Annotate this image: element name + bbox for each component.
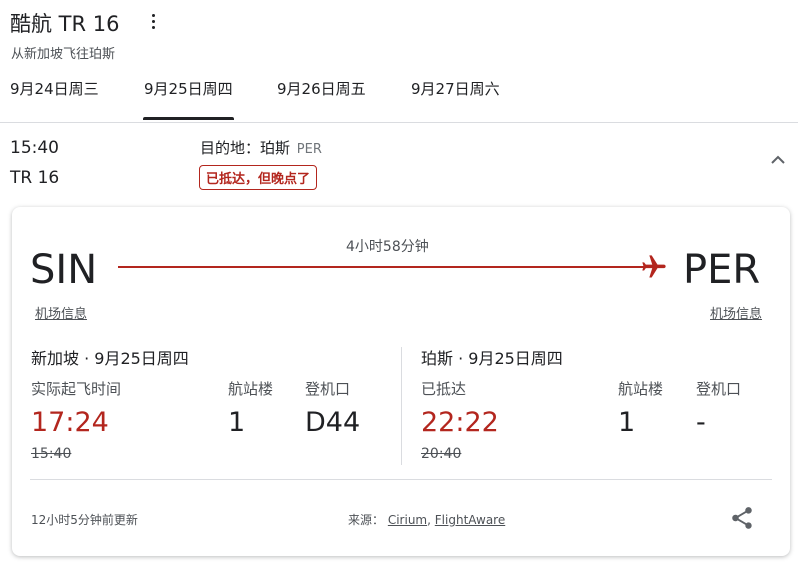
scheduled-departure-time: 15:40: [31, 446, 72, 462]
arrival-gate: -: [696, 407, 706, 438]
page-title: 酷航 TR 16: [10, 12, 120, 36]
arrival-title: 珀斯 · 9月25日周四: [421, 349, 563, 368]
route-subtitle: 从新加坡飞往珀斯: [11, 47, 116, 62]
footer-divider: [30, 479, 772, 480]
destination-label: 目的地：珀斯: [200, 139, 291, 157]
status-badge: 已抵达，但晚点了: [199, 165, 318, 190]
flight-number: TR 16: [10, 168, 60, 188]
more-options-icon[interactable]: [146, 14, 160, 34]
departure-time: 15:40: [10, 138, 59, 158]
tab-sep-24[interactable]: 9月24日周三: [10, 78, 99, 112]
arrival-time-label: 已抵达: [421, 380, 467, 398]
airplane-icon: [640, 253, 668, 281]
source-separator: ,: [427, 513, 431, 527]
origin-code: SIN: [30, 247, 98, 293]
origin-airport-info-link[interactable]: 机场信息: [35, 303, 87, 322]
arrival-terminal-label: 航站楼: [618, 380, 664, 398]
departure-terminal-label: 航站楼: [228, 380, 274, 398]
last-updated: 12小时5分钟前更新: [31, 513, 138, 527]
tab-sep-27[interactable]: 9月27日周六: [411, 78, 500, 112]
source-label: 来源：: [348, 513, 385, 527]
actual-arrival-time: 22:22: [421, 407, 499, 438]
actual-departure-time: 17:24: [31, 407, 109, 438]
departure-gate: D44: [305, 407, 361, 438]
column-divider: [401, 347, 402, 465]
tab-sep-25[interactable]: 9月25日周四: [143, 78, 234, 120]
arrival-gate-label: 登机口: [696, 380, 742, 398]
departure-gate-label: 登机口: [305, 380, 351, 398]
departure-time-label: 实际起飞时间: [31, 380, 122, 398]
destination-code: PER: [296, 142, 322, 157]
data-source: 来源： Cirium, FlightAware: [348, 511, 505, 528]
tab-sep-26[interactable]: 9月26日周五: [277, 78, 366, 112]
date-tabs: 9月24日周三 9月25日周四 9月26日周五 9月27日周六: [0, 70, 798, 123]
route-line: [118, 266, 644, 268]
destination: 目的地：珀斯 PER: [200, 137, 322, 158]
source-link-flightaware[interactable]: FlightAware: [435, 513, 505, 527]
chevron-up-icon[interactable]: [770, 152, 786, 168]
scheduled-arrival-time: 20:40: [421, 446, 462, 462]
flight-duration: 4小时58分钟: [346, 239, 429, 255]
departure-terminal: 1: [228, 407, 246, 438]
share-icon[interactable]: [729, 505, 755, 531]
flight-detail-card: SIN 4小时58分钟 PER 机场信息 机场信息 新加坡 · 9月25日周四 …: [12, 207, 790, 556]
departure-title: 新加坡 · 9月25日周四: [31, 349, 189, 368]
arrival-terminal: 1: [618, 407, 636, 438]
destination-code-large: PER: [683, 247, 761, 293]
destination-airport-info-link[interactable]: 机场信息: [710, 303, 762, 322]
source-link-cirium[interactable]: Cirium: [388, 513, 427, 527]
